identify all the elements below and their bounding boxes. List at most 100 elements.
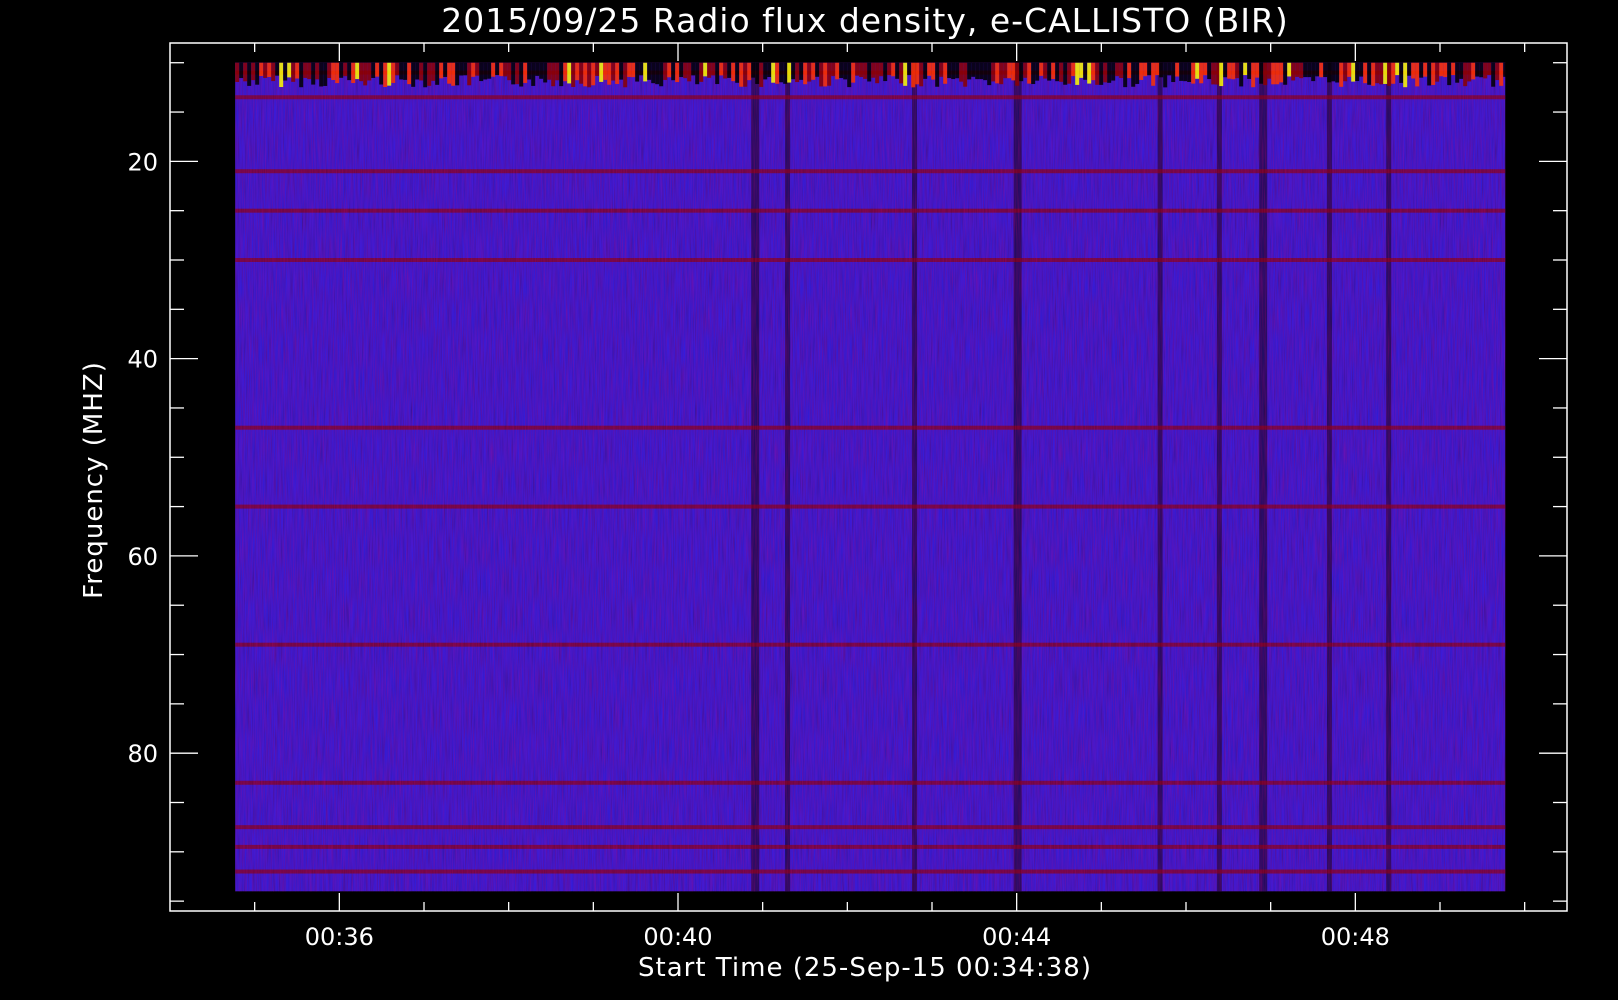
burst-pixel (819, 62, 824, 87)
burst-pixel (1323, 62, 1328, 78)
burst-pixel (1407, 62, 1412, 76)
burst-pixel (243, 62, 248, 82)
burst-pixel (571, 62, 576, 87)
burst-pixel (723, 62, 728, 79)
burst-pixel (1423, 62, 1428, 77)
burst-pixel (727, 62, 732, 78)
burst-pixel (459, 62, 464, 76)
burst-pixel (787, 62, 792, 83)
burst-pixel (967, 62, 972, 80)
burst-pixel (343, 62, 348, 77)
burst-pixel (1143, 62, 1148, 77)
burst-pixel (815, 62, 820, 77)
burst-pixel (1151, 62, 1156, 86)
burst-pixel (331, 62, 336, 81)
burst-pixel (759, 62, 764, 87)
burst-pixel (591, 62, 596, 86)
burst-pixel (267, 62, 272, 78)
burst-pixel (859, 62, 864, 77)
burst-pixel (1163, 62, 1168, 88)
burst-pixel (1503, 62, 1508, 77)
burst-pixel (487, 62, 492, 79)
x-axis-label: Start Time (25-Sep-15 00:34:38) (638, 953, 1092, 983)
burst-pixel (1099, 62, 1104, 85)
burst-pixel (811, 62, 816, 80)
burst-pixel (587, 62, 592, 88)
burst-pixel (959, 62, 964, 82)
burst-pixel (1095, 62, 1100, 85)
burst-pixel (575, 62, 580, 81)
burst-pixel (895, 62, 900, 79)
burst-pixel (1299, 62, 1304, 79)
burst-pixel (467, 62, 472, 86)
burst-pixel (1067, 62, 1072, 84)
burst-pixel (1243, 62, 1248, 76)
burst-pixel (271, 62, 276, 82)
burst-pixel (1279, 62, 1284, 83)
burst-pixel (559, 62, 564, 87)
burst-pixel (1175, 62, 1180, 77)
burst-pixel (1107, 62, 1112, 83)
burst-pixel (951, 62, 956, 80)
burst-pixel (631, 62, 636, 78)
burst-pixel (1131, 62, 1136, 87)
burst-pixel (635, 62, 640, 82)
burst-pixel (871, 62, 876, 78)
burst-pixel (791, 62, 796, 80)
burst-pixel (503, 62, 508, 77)
burst-pixel (991, 62, 996, 82)
burst-pixel (427, 62, 432, 86)
burst-pixel (511, 62, 516, 85)
burst-pixel (471, 62, 476, 77)
burst-pixel (323, 62, 328, 86)
burst-pixel (1271, 62, 1276, 85)
burst-pixel (1223, 62, 1228, 78)
burst-pixel (491, 62, 496, 77)
burst-pixel (519, 62, 524, 87)
burst-pixel (1019, 62, 1024, 82)
burst-pixel (855, 62, 860, 76)
burst-pixel (235, 62, 240, 82)
spectrogram-noise-texture (235, 62, 1506, 892)
burst-pixel (1079, 62, 1084, 78)
burst-pixel (1311, 62, 1316, 82)
burst-pixel (931, 62, 936, 80)
burst-pixel (1091, 62, 1096, 81)
burst-pixel (667, 62, 672, 78)
burst-pixel (1119, 62, 1124, 78)
burst-pixel (1115, 62, 1120, 77)
burst-pixel (1395, 62, 1400, 76)
burst-pixel (687, 62, 692, 82)
burst-pixel (879, 62, 884, 77)
y-tick-label: 60 (127, 543, 158, 571)
burst-pixel (1147, 62, 1152, 76)
burst-pixel (1059, 62, 1064, 82)
burst-pixel (431, 62, 436, 81)
burst-pixel (875, 62, 880, 84)
burst-pixel (375, 62, 380, 77)
burst-pixel (743, 62, 748, 87)
burst-pixel (947, 62, 952, 79)
burst-pixel (1367, 62, 1372, 85)
burst-pixel (595, 62, 600, 76)
burst-pixel (1203, 62, 1208, 76)
burst-pixel (983, 62, 988, 81)
burst-pixel (767, 62, 772, 78)
burst-pixel (1427, 62, 1432, 86)
burst-pixel (763, 62, 768, 80)
burst-pixel (675, 62, 680, 83)
burst-pixel (703, 62, 708, 77)
burst-pixel (627, 62, 632, 77)
burst-pixel (1419, 62, 1424, 78)
burst-pixel (891, 62, 896, 77)
burst-pixel (1039, 62, 1044, 76)
burst-pixel (1075, 62, 1080, 85)
burst-pixel (475, 62, 480, 76)
burst-pixel (379, 62, 384, 85)
burst-pixel (275, 62, 280, 76)
burst-pixel (647, 62, 652, 80)
burst-pixel (923, 62, 928, 79)
burst-pixel (463, 62, 468, 76)
burst-pixel (547, 62, 552, 80)
burst-pixel (1055, 62, 1060, 82)
